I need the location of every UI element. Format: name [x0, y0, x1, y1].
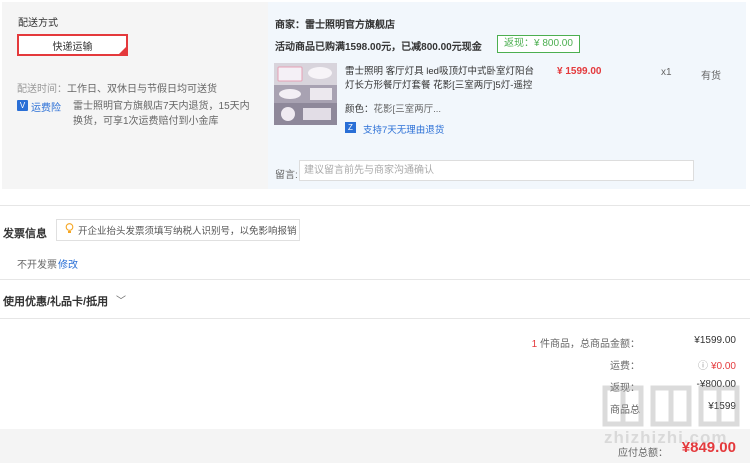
info-icon[interactable]: ⓘ: [698, 361, 708, 372]
product-color-value: 花影[三室两厅...: [373, 104, 442, 115]
invoice-tip-text: 开企业抬头发票须填写纳税人识别号，以免影响报销: [78, 226, 297, 237]
summary-freight: ⓘ ¥0.00: [698, 357, 736, 372]
product-image[interactable]: [274, 63, 337, 125]
note-input[interactable]: [299, 160, 694, 181]
product-quantity: x1: [661, 67, 672, 78]
shipping-title: 配送方式: [18, 18, 58, 29]
product-stock: 有货: [701, 71, 721, 82]
summary-total: ¥1599.00: [694, 335, 736, 346]
watermark-text: zhizhizhi.com: [604, 428, 728, 447]
coupon-title[interactable]: 使用优惠/礼品卡/抵用: [3, 293, 108, 309]
rebate-badge: 返现：¥ 800.00: [497, 35, 580, 53]
shipping-time-value: 工作日、双休日与节假日均可送货: [67, 84, 217, 95]
shipping-method-label: 快递运输: [52, 41, 93, 53]
return-policy-text[interactable]: 支持7天无理由退货: [363, 122, 444, 136]
summary-freight-label: 运费：: [610, 361, 640, 372]
insurance-label[interactable]: 运费险: [31, 99, 61, 114]
lightbulb-icon: [65, 223, 74, 237]
insurance-icon: V: [17, 100, 28, 111]
shipping-time: 配送时间：工作日、双休日与节假日均可送货: [17, 80, 217, 95]
invoice-value: 不开发票: [17, 260, 57, 271]
selected-corner-icon: [119, 47, 126, 54]
divider: [0, 318, 750, 319]
invoice-edit-link[interactable]: 修改: [58, 256, 78, 271]
shop-name: 商家：雷士照明官方旗舰店: [275, 20, 395, 31]
chevron-down-icon[interactable]: ﹀: [116, 292, 126, 307]
lamp-photo-icon: [274, 63, 337, 125]
summary-count: 1 件商品，总商品金额：: [532, 335, 640, 350]
watermark-logo-icon: [601, 384, 741, 428]
summary-count-text: 件商品，总商品金额：: [537, 339, 640, 350]
divider: [0, 205, 750, 206]
divider: [0, 279, 750, 280]
shipping-time-label: 配送时间：: [17, 84, 67, 95]
product-name[interactable]: 雷士照明 客厅灯具 led吸顶灯中式卧室灯阳台灯长方形餐厅灯套餐 花影[三室两厅…: [345, 65, 537, 93]
summary-freight-value: ¥0.00: [710, 361, 736, 372]
product-price: ¥ 1599.00: [557, 66, 602, 77]
insurance-desc: 雷士照明官方旗舰店7天内退货，15天内换货，可享1次运费赔付到小金库: [73, 101, 250, 127]
product-color: 颜色：花影[三室两厅...: [345, 101, 441, 115]
note-label: 留言:: [275, 170, 298, 181]
return-policy-icon: Z: [345, 122, 356, 133]
shipping-method-button[interactable]: 快递运输: [17, 34, 128, 56]
product-color-label: 颜色：: [345, 104, 374, 115]
promo-text: 活动商品已购满1598.00元，已减800.00元现金: [275, 42, 482, 53]
invoice-title: 发票信息: [3, 228, 47, 240]
invoice-tip: 开企业抬头发票须填写纳税人识别号，以免影响报销: [56, 219, 300, 241]
